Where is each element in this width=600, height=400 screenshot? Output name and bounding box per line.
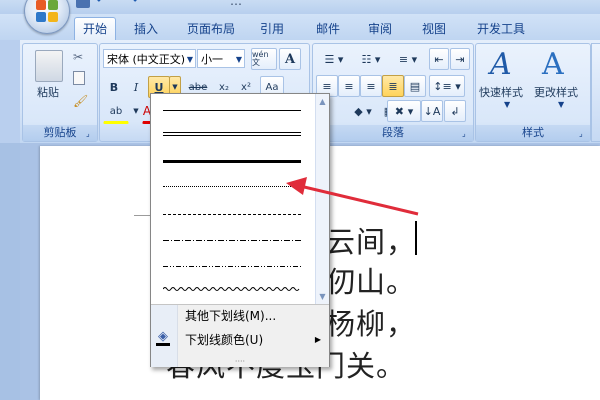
gallery-scrollbar[interactable]: ▲ ▼ [315, 94, 329, 304]
paragraph-group: ☰ ▾ ☷ ▾ ≡ ▾ ⇤ ⇥ ≡ ≡ ≡ ≣ ▤ ↕≡ ▾ ◆ ▾ ▦ ✖ ▾… [312, 43, 474, 142]
text-cursor [415, 221, 417, 255]
underline-sample [163, 287, 300, 291]
show-marks-icon[interactable]: ↲ [444, 100, 466, 122]
paste-icon[interactable] [35, 50, 63, 82]
underline-double[interactable] [159, 124, 305, 144]
align-center-icon[interactable]: ≡ [338, 75, 360, 97]
underline-menu-options: ◈ 其他下划线(M)... 下划线颜色(U) ▶ ···· [151, 304, 329, 367]
menu-icon-column: ◈ [151, 305, 178, 367]
change-styles-button[interactable]: 更改样式 [534, 84, 578, 100]
office-logo-icon [36, 0, 58, 22]
tab-page-layout[interactable]: 页面布局 [180, 18, 242, 40]
underline-dropdown-menu: ▲ ▼ ◈ 其他下划线(M)... 下划线颜色(U) ▶ ···· [150, 93, 330, 367]
title-bar: ↶ ↷ … [0, 0, 600, 14]
document-line-2[interactable]: 仞山。 [326, 259, 416, 301]
clipboard-group: 粘贴 ✂ 🖌 剪贴板 ⌟ [22, 43, 98, 142]
tab-review[interactable]: 审阅 [362, 18, 398, 40]
ribbon-tab-strip: 开始 插入 页面布局 引用 邮件 审阅 视图 开发工具 [0, 14, 600, 42]
tab-references[interactable]: 引用 [254, 18, 290, 40]
window-title: … [230, 0, 242, 8]
copy-icon[interactable] [73, 71, 85, 85]
underline-style-gallery [151, 94, 315, 304]
chevron-down-icon: ▼ [504, 100, 511, 109]
styles-group: A A 快速样式 更改样式 ▼ ▼ 样式 ⌟ [475, 43, 591, 142]
chevron-down-icon: ▼ [558, 100, 565, 109]
justify-icon[interactable]: ≣ [382, 75, 404, 97]
save-icon[interactable] [76, 0, 90, 8]
chevron-down-icon: ▼ [186, 55, 193, 64]
scroll-down-icon[interactable]: ▼ [316, 291, 329, 302]
resize-grip-icon[interactable]: ···· [151, 358, 329, 367]
underline-color-item[interactable]: 下划线颜色(U) ▶ [177, 329, 329, 351]
undo-icon[interactable]: ↶ [96, 0, 110, 8]
format-painter-icon[interactable]: 🖌 [73, 94, 88, 108]
document-line-3[interactable]: 杨柳， [326, 301, 416, 343]
phonetic-guide-button[interactable]: wén 文 [251, 48, 277, 70]
tab-view[interactable]: 视图 [416, 18, 452, 40]
tab-insert[interactable]: 插入 [128, 18, 164, 40]
redo-icon[interactable]: ↷ [128, 0, 142, 8]
decrease-indent-icon[interactable]: ⇤ [429, 48, 449, 70]
left-edge [0, 40, 20, 143]
underline-sample [163, 266, 301, 267]
submenu-arrow-icon: ▶ [314, 335, 321, 344]
font-name-value: 宋体 (中文正文) [107, 53, 186, 66]
paragraph-launcher-icon[interactable]: ⌟ [462, 129, 471, 138]
underline-color-label: 下划线颜色(U) [185, 333, 264, 347]
numbering-icon[interactable]: ☷ ▾ [353, 48, 389, 70]
highlight-dropdown-icon[interactable]: ▼ [130, 100, 142, 122]
distributed-icon[interactable]: ▤ [404, 75, 426, 97]
font-name-combo[interactable]: 宋体 (中文正文) ▼ [103, 49, 196, 68]
bullets-icon[interactable]: ☰ ▾ [316, 48, 352, 70]
clipboard-launcher-icon[interactable]: ⌟ [86, 129, 95, 138]
tab-home[interactable]: 开始 [74, 17, 116, 42]
increase-indent-icon[interactable]: ⇥ [450, 48, 470, 70]
tab-mailings[interactable]: 邮件 [310, 18, 346, 40]
more-underlines-item[interactable]: 其他下划线(M)... [177, 305, 329, 327]
underline-sample [163, 110, 301, 111]
scroll-up-icon[interactable]: ▲ [316, 96, 329, 107]
underline-thick[interactable] [159, 150, 305, 170]
quick-styles-icon[interactable]: A [490, 47, 512, 82]
font-size-combo[interactable]: 小一 ▼ [197, 49, 245, 68]
tab-developer[interactable]: 开发工具 [470, 18, 532, 40]
paste-label[interactable]: 粘贴 [29, 84, 67, 100]
align-right-icon[interactable]: ≡ [360, 75, 382, 97]
character-border-button[interactable]: A [279, 48, 301, 70]
underline-sample [163, 214, 301, 215]
paragraph-group-label: 段落 [313, 125, 473, 141]
change-styles-icon[interactable]: A [542, 47, 564, 82]
italic-button[interactable]: I [125, 76, 147, 98]
paint-bucket-icon: ◈ [156, 329, 170, 346]
underline-dashed[interactable] [159, 204, 305, 224]
bold-button[interactable]: B [103, 76, 125, 98]
underline-dot-dot-dash[interactable] [159, 256, 305, 276]
underline-single[interactable] [159, 100, 305, 120]
styles-launcher-icon[interactable]: ⌟ [579, 129, 588, 138]
underline-sample [163, 132, 301, 136]
underline-sample [163, 186, 301, 187]
styles-group-label: 样式 [476, 125, 590, 141]
underline-wavy[interactable] [159, 280, 305, 300]
left-panel [0, 143, 20, 400]
quick-styles-button[interactable]: 快速样式 [479, 84, 523, 100]
editing-group-partial [591, 43, 600, 142]
document-line-1[interactable]: 云间， [326, 219, 416, 261]
underline-dot-dash[interactable] [159, 230, 305, 250]
highlight-icon[interactable]: ab [103, 100, 129, 124]
chevron-down-icon: ▼ [235, 55, 242, 64]
sort-icon[interactable]: ↓A [421, 100, 443, 122]
line-spacing-icon[interactable]: ↕≡ ▾ [429, 75, 465, 97]
underline-sample [163, 240, 301, 241]
shading-icon[interactable]: ◆ ▾ [349, 100, 377, 122]
chinese-layout-icon[interactable]: ✖ ▾ [387, 100, 421, 122]
underline-sample [163, 160, 301, 163]
font-size-value: 小一 [201, 53, 223, 66]
multilevel-list-icon[interactable]: ≡ ▾ [390, 48, 426, 70]
cut-icon[interactable]: ✂ [73, 50, 83, 64]
underline-dotted[interactable] [159, 176, 305, 196]
